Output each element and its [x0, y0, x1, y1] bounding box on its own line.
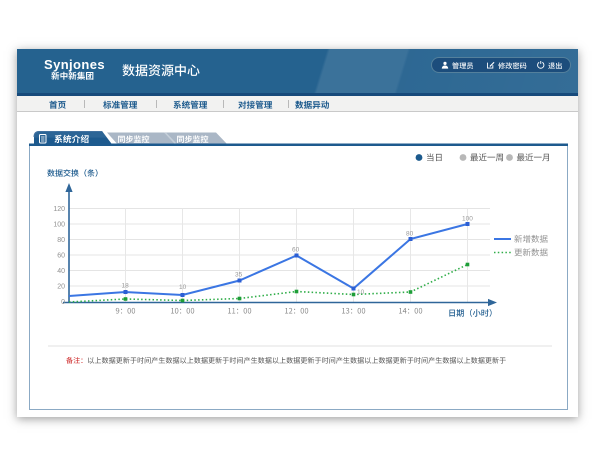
svg-text:120: 120	[53, 206, 65, 213]
svg-text:18: 18	[122, 283, 130, 290]
svg-text:35: 35	[235, 272, 243, 279]
svg-text:10: 10	[357, 289, 365, 296]
svg-text:20: 20	[57, 284, 65, 291]
svg-text:80: 80	[57, 237, 65, 244]
svg-text:10: 10	[179, 284, 187, 291]
svg-text:80: 80	[406, 231, 414, 238]
svg-text:100: 100	[462, 216, 473, 223]
svg-text:40: 40	[57, 268, 65, 275]
svg-text:0: 0	[61, 299, 65, 306]
svg-text:60: 60	[57, 253, 65, 260]
svg-text:100: 100	[53, 222, 65, 229]
svg-text:60: 60	[292, 247, 300, 254]
